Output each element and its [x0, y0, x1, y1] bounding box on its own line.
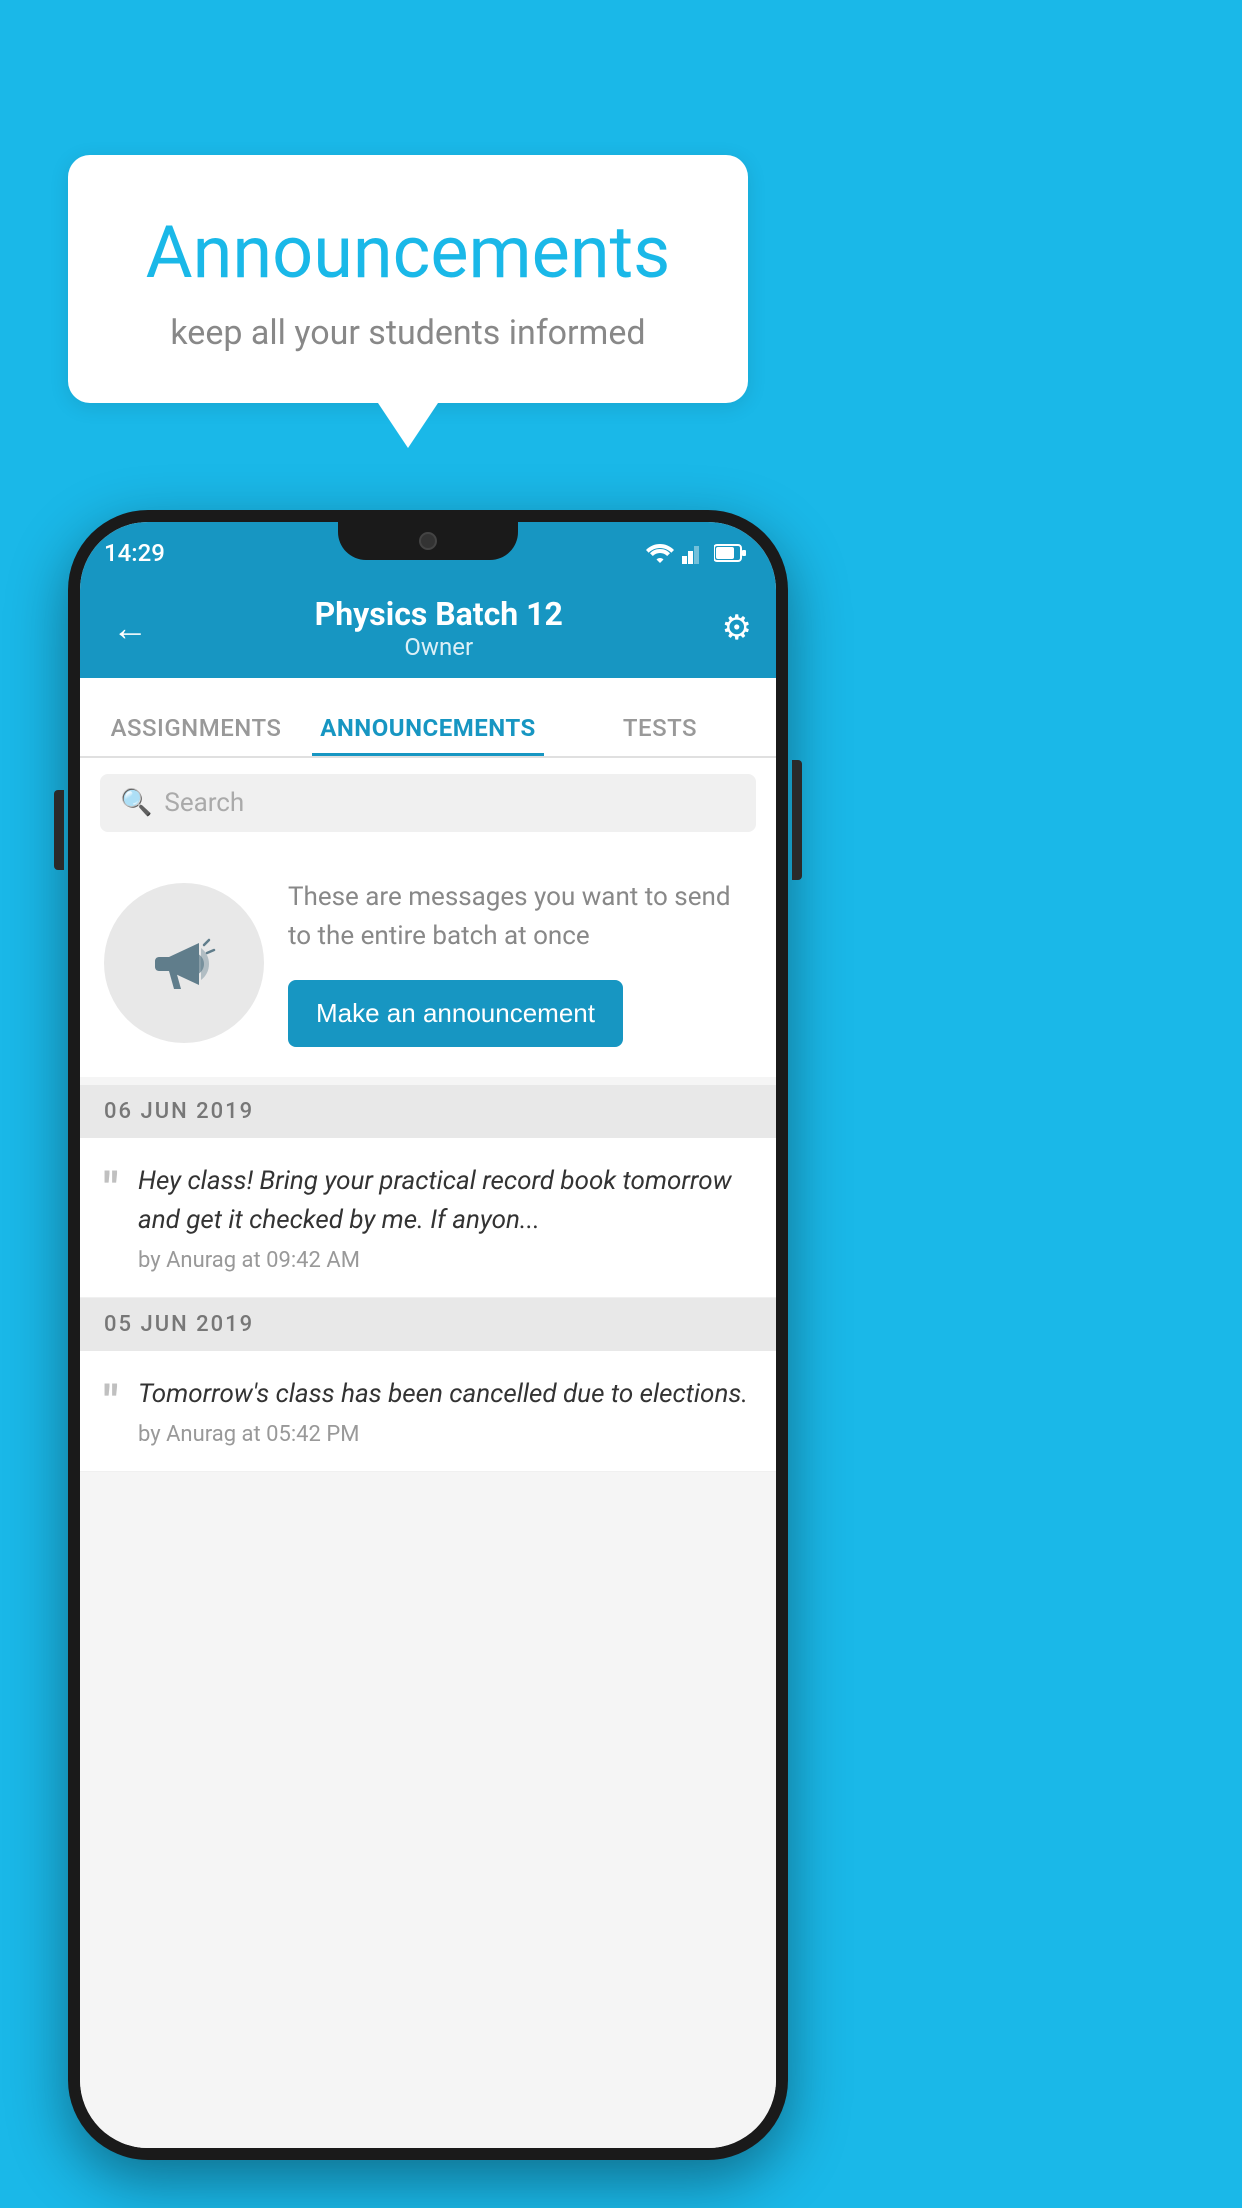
app-bar-subtitle: Owner: [156, 633, 722, 661]
camera: [419, 532, 437, 550]
app-bar-title: Physics Batch 12: [156, 595, 722, 633]
speech-bubble: Announcements keep all your students inf…: [68, 155, 748, 403]
announcement-item-1[interactable]: " Hey class! Bring your practical record…: [80, 1138, 776, 1298]
battery-icon: [714, 543, 746, 563]
status-icons: [646, 542, 746, 564]
make-announcement-button[interactable]: Make an announcement: [288, 980, 623, 1047]
settings-button[interactable]: ⚙: [722, 608, 752, 648]
phone-container: 14:29: [68, 510, 788, 2160]
announcement-right: These are messages you want to send to t…: [288, 878, 752, 1047]
date-divider-2: 05 JUN 2019: [80, 1298, 776, 1351]
announcement-meta-1: by Anurag at 09:42 AM: [138, 1248, 752, 1273]
quote-icon-2: ": [104, 1375, 118, 1423]
phone-screen-content: ← Physics Batch 12 Owner ⚙ ASSIGNMENTS A…: [80, 578, 776, 2148]
phone-outer: 14:29: [68, 510, 788, 2160]
announcement-text-2: Tomorrow's class has been cancelled due …: [138, 1375, 752, 1414]
speech-bubble-container: Announcements keep all your students inf…: [68, 155, 748, 448]
content-area: 🔍 Search: [80, 758, 776, 2148]
megaphone-icon: [144, 923, 224, 1003]
tabs-container: ASSIGNMENTS ANNOUNCEMENTS TESTS: [80, 678, 776, 758]
wifi-icon: [646, 542, 674, 564]
speech-bubble-title: Announcements: [128, 210, 688, 295]
tab-assignments[interactable]: ASSIGNMENTS: [80, 714, 312, 756]
date-divider-1: 06 JUN 2019: [80, 1085, 776, 1138]
tab-tests[interactable]: TESTS: [544, 714, 776, 756]
back-button[interactable]: ←: [104, 599, 156, 657]
search-placeholder: Search: [164, 788, 244, 818]
app-bar-title-container: Physics Batch 12 Owner: [156, 595, 722, 661]
search-bar[interactable]: 🔍 Search: [100, 774, 756, 832]
announcement-meta-2: by Anurag at 05:42 PM: [138, 1422, 752, 1447]
announcement-text-1: Hey class! Bring your practical record b…: [138, 1162, 752, 1240]
speech-bubble-subtitle: keep all your students informed: [128, 313, 688, 353]
speech-bubble-tail: [378, 403, 438, 448]
signal-icon: [682, 542, 706, 564]
announcement-icon-circle: [104, 883, 264, 1043]
announcement-item-2[interactable]: " Tomorrow's class has been cancelled du…: [80, 1351, 776, 1472]
status-time: 14:29: [104, 539, 165, 567]
announcement-content-2: Tomorrow's class has been cancelled due …: [138, 1375, 752, 1447]
phone-notch: [338, 522, 518, 560]
announcement-content-1: Hey class! Bring your practical record b…: [138, 1162, 752, 1273]
announcement-description: These are messages you want to send to t…: [288, 878, 752, 956]
phone-inner: 14:29: [80, 522, 776, 2148]
quote-icon-1: ": [104, 1162, 118, 1210]
search-icon: 🔍: [120, 788, 152, 818]
search-container: 🔍 Search: [80, 758, 776, 848]
tab-announcements[interactable]: ANNOUNCEMENTS: [312, 714, 544, 756]
announcement-empty-state: These are messages you want to send to t…: [80, 848, 776, 1077]
app-bar: ← Physics Batch 12 Owner ⚙: [80, 578, 776, 678]
